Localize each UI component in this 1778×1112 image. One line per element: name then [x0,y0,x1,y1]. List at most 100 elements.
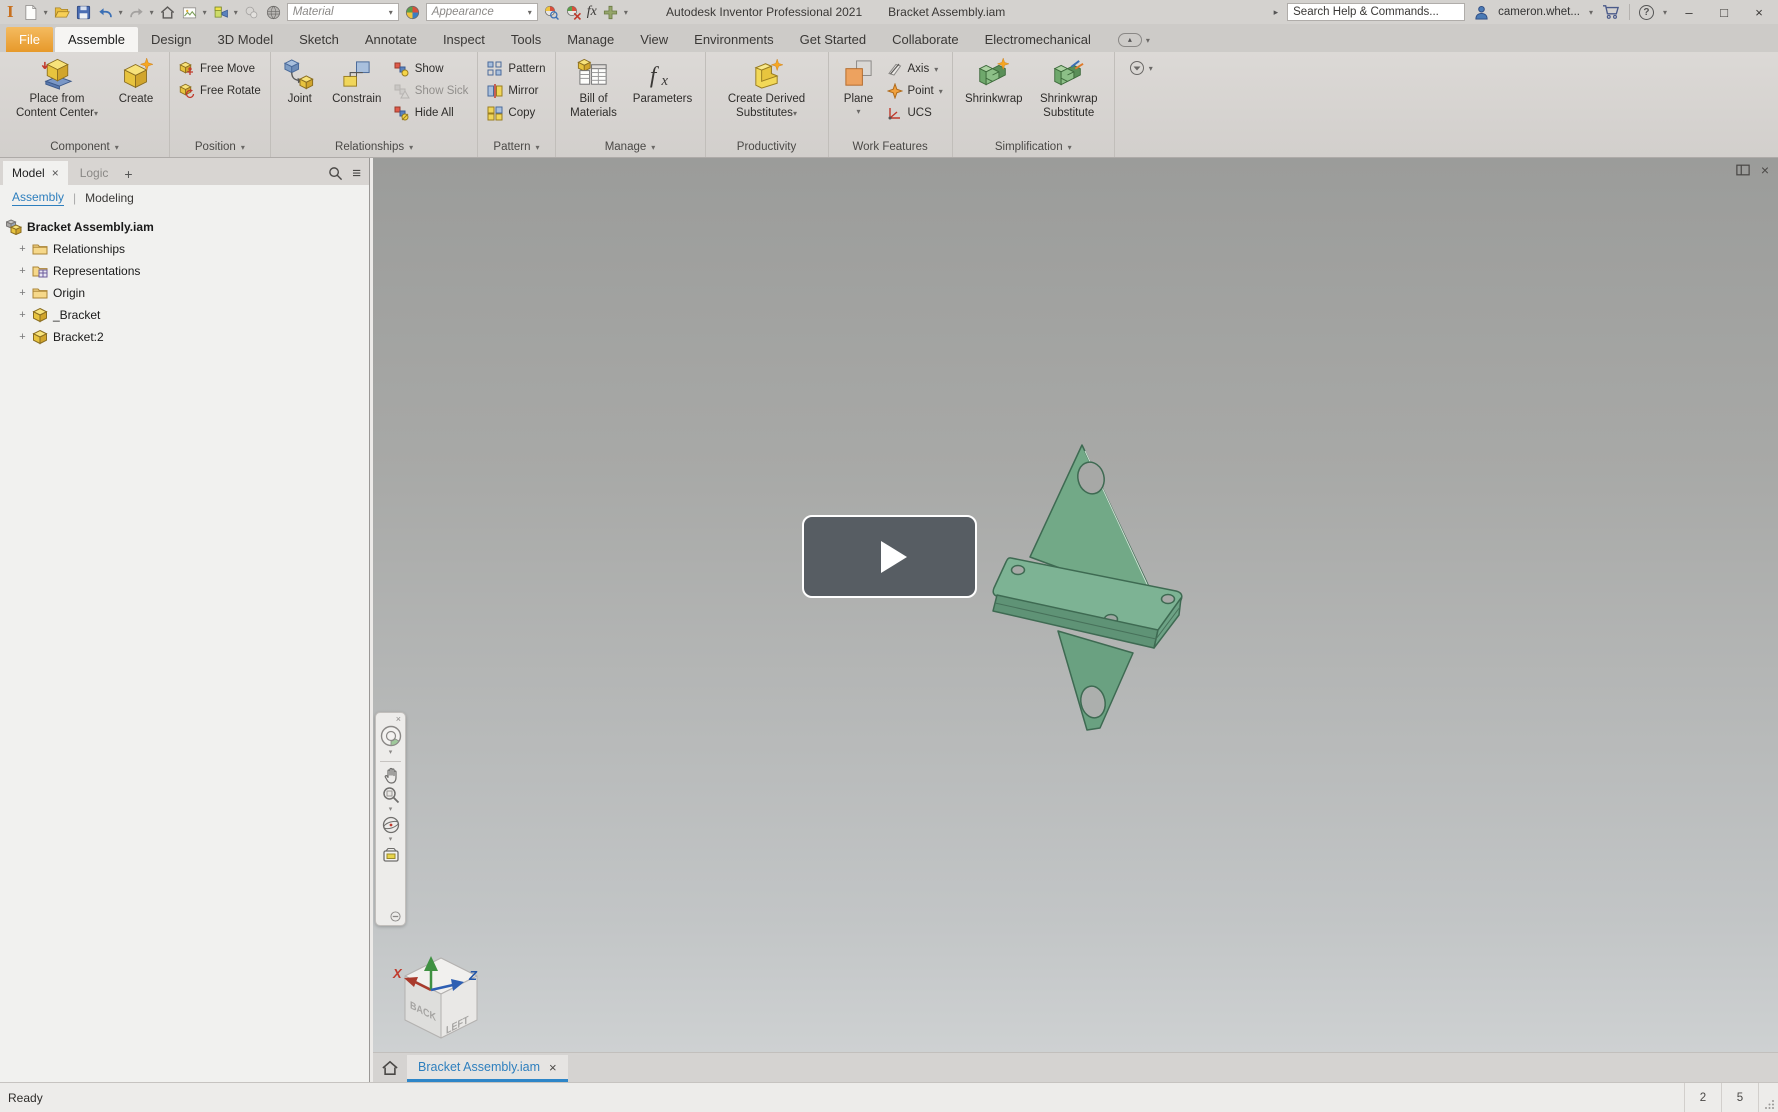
free-move-button[interactable]: Free Move [179,61,261,77]
place-from-content-center-button[interactable]: Place from Content Center▾ [9,56,105,120]
view-modeling-link[interactable]: Modeling [85,191,134,205]
maximize-button[interactable]: □ [1711,5,1737,20]
inventor-logo-icon[interactable]: I [4,2,17,22]
add-browser-tab-button[interactable]: + [120,166,136,185]
material-sphere-icon[interactable] [265,4,282,21]
tab-annotate[interactable]: Annotate [352,27,430,52]
free-rotate-button[interactable]: Free Rotate [179,83,261,99]
bill-of-materials-button[interactable]: Bill of Materials [565,56,623,120]
create-derived-substitutes-button[interactable]: Create Derived Substitutes▾ [715,56,819,120]
minimize-button[interactable]: – [1676,5,1702,20]
navbar-customize-icon[interactable] [390,911,401,922]
adjust-appearance-icon[interactable] [543,4,560,21]
tree-item-relationships[interactable]: + Relationships [6,238,369,260]
video-play-button[interactable] [802,515,977,598]
orbit-icon[interactable] [381,815,401,835]
copy-button[interactable]: Copy [487,105,545,121]
tab-environments[interactable]: Environments [681,27,786,52]
tree-root-assembly[interactable]: Bracket Assembly.iam [6,216,369,238]
user-caret-icon[interactable]: ▾ [1589,8,1593,17]
home-icon[interactable] [159,4,176,21]
axis-button[interactable]: Axis ▾ [887,61,943,77]
browser-tab-logic[interactable]: Logic [71,161,118,185]
appearance-sphere-icon[interactable] [404,4,421,21]
panel-label-pattern[interactable]: Pattern▾ [478,139,554,157]
constrain-button[interactable]: Constrain [327,56,387,107]
hide-all-relationships-button[interactable]: Hide All [394,105,469,121]
search-expand-icon[interactable]: ▸ [1274,7,1279,18]
create-component-button[interactable]: Create [112,56,160,107]
close-model-tab-icon[interactable]: × [52,166,59,180]
zoom-caret-icon[interactable]: ▾ [389,806,393,814]
shrinkwrap-substitute-button[interactable]: Shrinkwrap Substitute [1033,56,1105,120]
undo-icon[interactable] [97,4,114,21]
shrinkwrap-button[interactable]: Shrinkwrap [962,56,1026,107]
close-button[interactable]: × [1746,5,1772,20]
customize-qat-caret-icon[interactable]: ▾ [624,8,628,17]
panel-label-position[interactable]: Position▾ [170,139,270,157]
parameters-quick-icon[interactable]: fx [587,4,597,20]
cart-icon[interactable] [1602,4,1620,20]
document-tab[interactable]: Bracket Assembly.iam × [407,1055,568,1082]
help-icon[interactable]: ? [1639,5,1654,20]
tab-view[interactable]: View [627,27,681,52]
point-button[interactable]: Point ▾ [887,83,943,99]
ribbon-display-toggle[interactable]: ▴ ▾ [1118,33,1150,47]
redo-caret-icon[interactable]: ▾ [150,8,154,17]
tab-file[interactable]: File [6,27,53,52]
help-caret-icon[interactable]: ▾ [1663,8,1667,17]
tree-item-bracket-1[interactable]: + _Bracket [6,304,369,326]
clear-appearance-icon[interactable] [565,4,582,21]
mirror-button[interactable]: Mirror [487,83,545,99]
new-file-caret-icon[interactable]: ▾ [44,8,48,17]
tab-tools[interactable]: Tools [498,27,554,52]
browser-tab-model[interactable]: Model × [3,161,68,185]
expander-icon[interactable]: + [18,331,27,343]
wheel-caret-icon[interactable]: ▾ [389,749,393,757]
tab-collaborate[interactable]: Collaborate [879,27,972,52]
user-account-button[interactable]: cameron.whet... [1498,6,1580,18]
expander-icon[interactable]: + [18,309,27,321]
tab-design[interactable]: Design [138,27,204,52]
add-command-icon[interactable] [602,4,619,21]
bracket-assembly-model[interactable] [980,421,1220,751]
tab-inspect[interactable]: Inspect [430,27,498,52]
undo-caret-icon[interactable]: ▾ [119,8,123,17]
close-document-icon[interactable]: × [1761,163,1769,177]
navbar-close-icon[interactable]: × [396,715,401,724]
ucs-button[interactable]: UCS [887,105,943,121]
panel-label-manage[interactable]: Manage▾ [556,139,705,157]
close-document-tab-icon[interactable]: × [549,1060,557,1075]
expander-icon[interactable]: + [18,265,27,277]
open-file-icon[interactable] [53,4,70,21]
tab-manage[interactable]: Manage [554,27,627,52]
search-input[interactable] [1287,3,1465,21]
tree-item-representations[interactable]: + Representations [6,260,369,282]
panel-label-relationships[interactable]: Relationships▾ [271,139,478,157]
expander-icon[interactable]: + [18,287,27,299]
restore-window-icon[interactable] [1736,164,1750,176]
tab-get-started[interactable]: Get Started [787,27,879,52]
panel-label-simplification[interactable]: Simplification▾ [953,139,1114,157]
image-view-caret-icon[interactable]: ▾ [203,8,207,17]
3d-canvas[interactable]: × × ▾ ▾ ▾ [373,158,1778,1052]
image-view-icon[interactable] [181,4,198,21]
plane-button[interactable]: Plane ▾ [838,56,880,116]
resize-grip[interactable] [1758,1083,1778,1112]
tab-assemble[interactable]: Assemble [55,27,138,52]
joint-button[interactable]: Joint [280,56,320,107]
expander-icon[interactable]: + [18,243,27,255]
pattern-button[interactable]: Pattern [487,61,545,77]
view-assembly-link[interactable]: Assembly [12,190,64,206]
material-dropdown[interactable]: Material ▾ [287,3,399,21]
new-file-icon[interactable] [22,4,39,21]
parameters-button[interactable]: fx Parameters [630,56,696,107]
tab-3d-model[interactable]: 3D Model [205,27,287,52]
orbit-caret-icon[interactable]: ▾ [389,836,393,844]
browser-menu-icon[interactable]: ≡ [352,166,361,181]
tab-electromechanical[interactable]: Electromechanical [972,27,1104,52]
panel-label-work-features[interactable]: Work Features [829,139,952,157]
save-icon[interactable] [75,4,92,21]
panel-label-component[interactable]: Component▾ [0,139,169,157]
tree-item-origin[interactable]: + Origin [6,282,369,304]
